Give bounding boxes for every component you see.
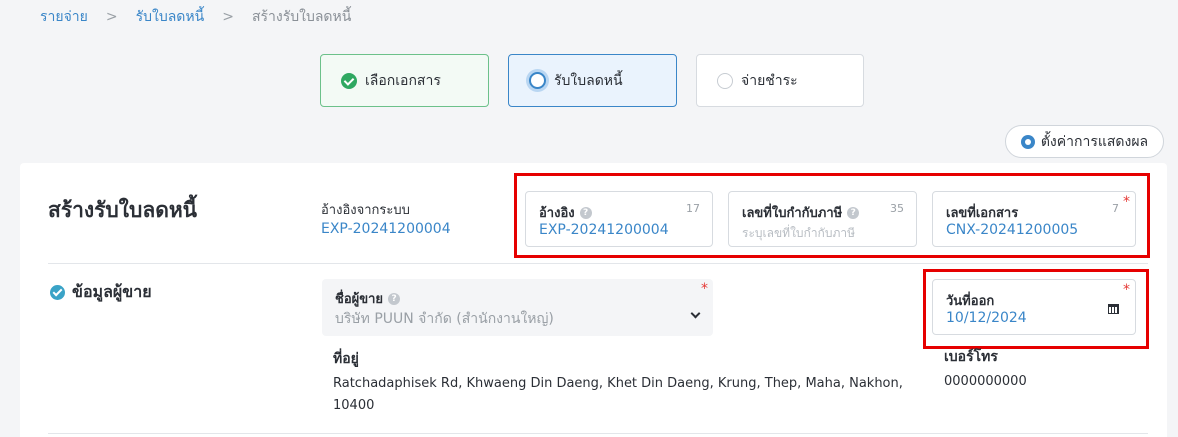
document-number-label-wrap: เลขที่เอกสาร [946,202,1018,223]
divider [48,263,1148,264]
tax-invoice-placeholder: ระบุเลขที่ใบกำกับภาษี [742,226,855,240]
gear-icon [1020,134,1035,149]
address-value: Ratchadaphisek Rd, Khwaeng Din Daeng, Kh… [333,376,903,413]
step-receive-credit-note[interactable]: รับใบลดหนี้ [508,54,677,107]
issue-date-label: วันที่ออก [946,294,995,309]
char-counter: 7 [1112,202,1119,215]
document-number-field[interactable]: เลขที่เอกสาร 7 * CNX-20241200005 [932,191,1136,247]
calendar-icon[interactable] [1108,304,1119,314]
reference-value: EXP-20241200004 [539,222,669,238]
radio-empty-icon [717,72,733,89]
radio-active-icon [529,72,546,89]
check-circle-icon [50,285,65,300]
seller-label-wrap: ชื่อผู้ขาย ? [335,288,401,309]
breadcrumb-link-credit-notes[interactable]: รับใบลดหนี้ [136,6,205,28]
seller-label: ชื่อผู้ขาย [335,292,384,307]
reference-label: อ้างอิง [539,206,575,221]
check-circle-icon [341,72,357,89]
step-label: รับใบลดหนี้ [554,72,623,89]
tax-invoice-label-wrap: เลขที่ใบกำกับภาษี ? [742,202,860,223]
step-select-document[interactable]: เลือกเอกสาร [320,54,489,107]
tax-invoice-field[interactable]: เลขที่ใบกำกับภาษี ? 35 ระบุเลขที่ใบกำกับ… [728,191,917,247]
breadcrumb-separator: > [105,9,118,25]
tax-invoice-label: เลขที่ใบกำกับภาษี [742,206,843,221]
issue-date-value: 10/12/2024 [946,310,1027,326]
breadcrumb-link-expenses[interactable]: รายจ่าย [40,6,88,28]
help-icon[interactable]: ? [388,292,401,305]
char-counter: 17 [686,202,700,215]
breadcrumb: รายจ่าย > รับใบลดหนี้ > สร้างรับใบลดหนี้ [40,6,351,28]
address-label: ที่อยู่ [333,351,359,367]
issue-date-field[interactable]: วันที่ออก * 10/12/2024 [932,279,1136,335]
reference-field[interactable]: อ้างอิง ? 17 EXP-20241200004 [525,191,713,247]
step-label: จ่ายชำระ [741,72,798,89]
step-payment[interactable]: จ่ายชำระ [696,54,864,107]
required-marker: * [1123,282,1130,298]
phone-value: 0000000000 [944,374,1027,389]
reference-field-label-wrap: อ้างอิง ? [539,202,592,223]
seller-select[interactable]: ชื่อผู้ขาย ? * บริษัท PUUN จำกัด (สำนักง… [322,279,713,336]
seller-value: บริษัท PUUN จำกัด (สำนักงานใหญ่) [335,311,554,327]
help-icon[interactable]: ? [847,206,860,219]
breadcrumb-separator: > [222,9,234,25]
document-number-label: เลขที่เอกสาร [946,206,1019,221]
issue-date-label-wrap: วันที่ออก [946,290,994,311]
phone-label: เบอร์โทร [944,349,998,365]
divider [48,433,1148,434]
document-number-value: CNX-20241200005 [946,222,1079,238]
step-label: เลือกเอกสาร [365,72,441,89]
seller-section-title: ข้อมูลผู้ขาย [50,280,152,305]
chevron-down-icon[interactable] [690,308,701,319]
display-settings-label: ตั้งค่าการแสดงผล [1040,133,1149,150]
system-reference-label: อ้างอิงจากระบบ [321,203,410,218]
page-title: สร้างรับใบลดหนี้ [48,198,198,222]
system-reference-link[interactable]: EXP-20241200004 [321,221,451,237]
required-marker: * [701,281,708,297]
required-marker: * [1123,194,1130,210]
char-counter: 35 [890,202,904,215]
breadcrumb-current: สร้างรับใบลดหนี้ [251,9,352,25]
display-settings-button[interactable]: ตั้งค่าการแสดงผล [1005,125,1164,158]
seller-section-label: ข้อมูลผู้ขาย [72,282,152,301]
help-icon[interactable]: ? [579,206,592,219]
